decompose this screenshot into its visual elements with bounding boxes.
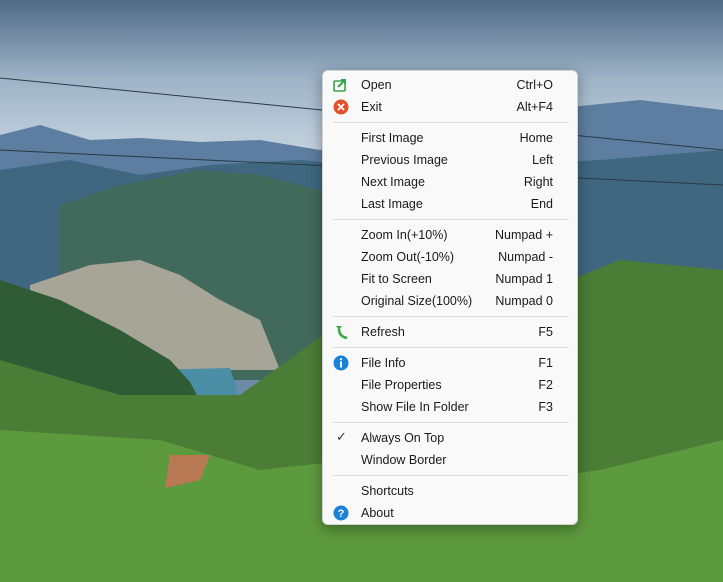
refresh-arrow-icon (333, 324, 349, 340)
menu-item-open[interactable]: Open Ctrl+O (327, 74, 573, 96)
menu-label: Zoom Out(-10%) (361, 250, 455, 264)
menu-separator (333, 347, 569, 348)
menu-shortcut: Numpad 1 (495, 272, 553, 286)
menu-item-previous-image[interactable]: Previous Image Left (327, 149, 573, 171)
menu-item-first-image[interactable]: First Image Home (327, 127, 573, 149)
menu-separator (333, 316, 569, 317)
menu-item-exit[interactable]: Exit Alt+F4 (327, 96, 573, 118)
menu-shortcut: F2 (538, 378, 553, 392)
menu-item-about[interactable]: ? About (327, 502, 573, 524)
menu-item-zoom-in[interactable]: Zoom In(+10%) Numpad + (327, 224, 573, 246)
menu-item-file-properties[interactable]: File Properties F2 (327, 374, 573, 396)
menu-item-always-on-top[interactable]: ✓ Always On Top (327, 427, 573, 449)
menu-shortcut: Alt+F4 (516, 100, 553, 114)
menu-shortcut: Home (519, 131, 553, 145)
menu-label: Exit (361, 100, 382, 114)
menu-separator (333, 422, 569, 423)
menu-shortcut: F3 (538, 400, 553, 414)
svg-text:?: ? (338, 508, 345, 520)
menu-label: Refresh (361, 325, 405, 339)
menu-label: Zoom In(+10%) (361, 228, 448, 242)
menu-shortcut: F5 (538, 325, 553, 339)
menu-shortcut: Left (532, 153, 553, 167)
menu-shortcut: Ctrl+O (516, 78, 553, 92)
menu-shortcut: Numpad - (498, 250, 553, 264)
menu-shortcut: Numpad + (494, 228, 553, 242)
menu-item-next-image[interactable]: Next Image Right (327, 171, 573, 193)
menu-label: Window Border (361, 453, 447, 467)
menu-label: Open (361, 78, 392, 92)
menu-label: Previous Image (361, 153, 448, 167)
menu-separator (333, 122, 569, 123)
menu-label: First Image (361, 131, 424, 145)
menu-separator (333, 475, 569, 476)
menu-label: Show File In Folder (361, 400, 469, 414)
context-menu: Open Ctrl+O Exit Alt+F4 First Image Home… (322, 70, 578, 525)
menu-item-original-size[interactable]: Original Size(100%) Numpad 0 (327, 290, 573, 312)
menu-item-fit-to-screen[interactable]: Fit to Screen Numpad 1 (327, 268, 573, 290)
menu-item-show-file-in-folder[interactable]: Show File In Folder F3 (327, 396, 573, 418)
menu-label: Last Image (361, 197, 423, 211)
menu-item-refresh[interactable]: Refresh F5 (327, 321, 573, 343)
menu-label: Fit to Screen (361, 272, 432, 286)
checkmark-icon: ✓ (336, 429, 347, 444)
menu-item-shortcuts[interactable]: Shortcuts (327, 480, 573, 502)
menu-separator (333, 219, 569, 220)
help-icon: ? (333, 505, 349, 521)
menu-item-last-image[interactable]: Last Image End (327, 193, 573, 215)
menu-label: Shortcuts (361, 484, 414, 498)
menu-label: Original Size(100%) (361, 294, 473, 308)
menu-item-zoom-out[interactable]: Zoom Out(-10%) Numpad - (327, 246, 573, 268)
menu-item-window-border[interactable]: Window Border (327, 449, 573, 471)
menu-shortcut: End (530, 197, 553, 211)
menu-label: Always On Top (361, 431, 445, 445)
menu-label: File Info (361, 356, 406, 370)
menu-label: Next Image (361, 175, 425, 189)
menu-label: File Properties (361, 378, 442, 392)
open-arrow-icon (333, 77, 349, 93)
info-icon (333, 355, 349, 371)
menu-shortcut: Numpad 0 (495, 294, 553, 308)
menu-item-file-info[interactable]: File Info F1 (327, 352, 573, 374)
close-circle-icon (333, 99, 349, 115)
menu-shortcut: Right (523, 175, 553, 189)
menu-label: About (361, 506, 394, 520)
menu-shortcut: F1 (538, 356, 553, 370)
